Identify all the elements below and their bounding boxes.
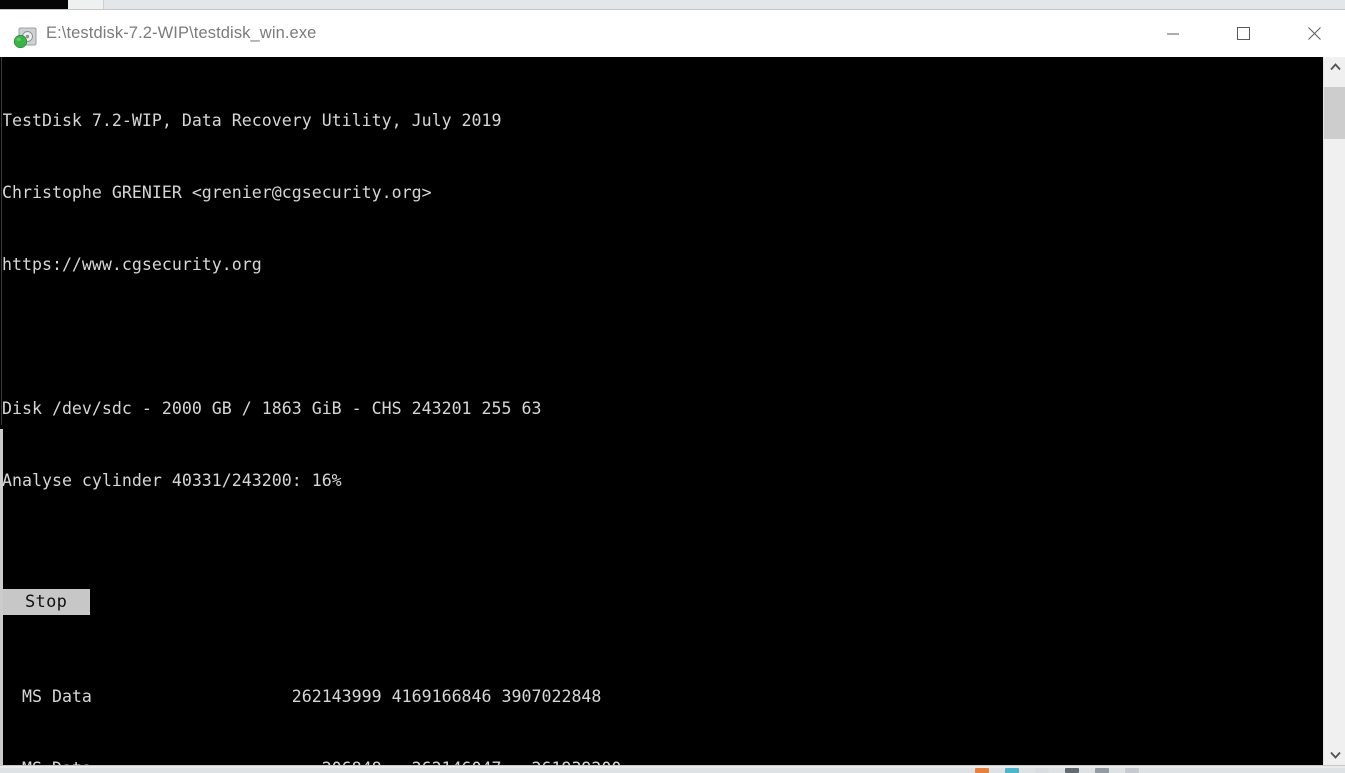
maximize-icon [1236, 27, 1250, 40]
vertical-scrollbar[interactable] [1323, 57, 1345, 765]
taskbar-sliver [0, 768, 1345, 773]
chevron-down-icon [1329, 751, 1341, 759]
stop-button-label: Stop [25, 592, 68, 612]
taskbar-icon-group [975, 768, 1275, 773]
terminal-line-progress: Analyse cylinder 40331/243200: 16% [2, 471, 342, 490]
taskbar-icon[interactable] [1065, 768, 1079, 773]
terminal-line: Christophe GRENIER <grenier@cgsecurity.o… [2, 183, 432, 202]
terminal-line-disk: Disk /dev/sdc - 2000 GB / 1863 GiB - CHS… [2, 399, 542, 418]
taskbar-icon[interactable] [1035, 768, 1049, 773]
minimize-icon [1167, 33, 1179, 34]
vertical-scroll-thumb[interactable] [1324, 87, 1345, 139]
taskbar-icon[interactable] [1005, 768, 1019, 773]
terminal-text-block: TestDisk 7.2-WIP, Data Recovery Utility,… [2, 61, 621, 765]
window-left-border-lower [0, 429, 3, 765]
title-bar[interactable]: E:\testdisk-7.2-WIP\testdisk_win.exe [0, 10, 1345, 58]
taskbar-icon[interactable] [975, 768, 989, 773]
partition-row: MS Data 262143999 4169166846 3907022848 [2, 687, 602, 706]
close-icon [1307, 27, 1321, 40]
scrollbar-track[interactable] [1324, 77, 1345, 745]
close-button[interactable] [1291, 10, 1337, 57]
chevron-up-icon [1329, 63, 1341, 71]
taskbar-icon[interactable] [1095, 768, 1109, 773]
console-window: E:\testdisk-7.2-WIP\testdisk_win.exe Tes… [0, 10, 1345, 765]
testdisk-app-icon [13, 27, 37, 49]
scroll-up-button[interactable] [1324, 57, 1345, 77]
window-title: E:\testdisk-7.2-WIP\testdisk_win.exe [46, 24, 317, 42]
maximize-button[interactable] [1220, 10, 1266, 57]
terminal-output-area[interactable]: TestDisk 7.2-WIP, Data Recovery Utility,… [0, 57, 1323, 765]
window-left-border [0, 57, 3, 765]
partition-row: MS Data 206848 262146047 261939200 [2, 757, 621, 765]
taskbar-icon[interactable] [1125, 768, 1139, 773]
terminal-line: TestDisk 7.2-WIP, Data Recovery Utility,… [2, 111, 502, 130]
stop-button[interactable]: Stop [3, 589, 90, 615]
terminal-line: https://www.cgsecurity.org [2, 255, 262, 274]
window-left-border-upper [1, 57, 2, 425]
scroll-down-button[interactable] [1324, 745, 1345, 765]
minimize-button[interactable] [1150, 10, 1196, 57]
